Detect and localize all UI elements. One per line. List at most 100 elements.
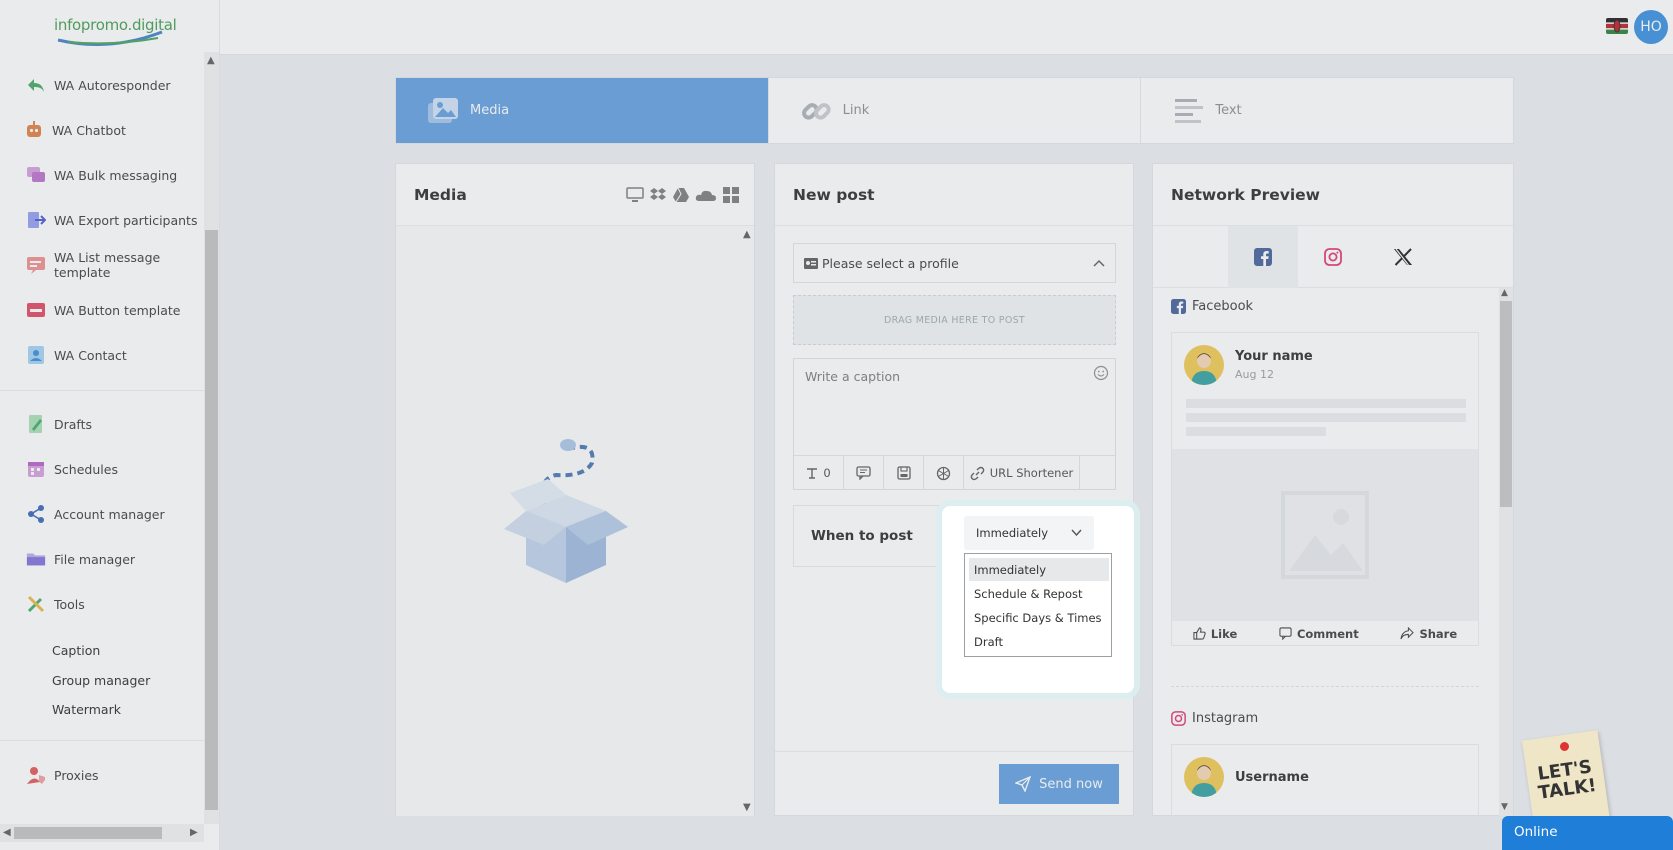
sidebar-item-proxies[interactable]: Proxies — [26, 763, 99, 787]
sidebar-item-wa-export-participants[interactable]: WA Export participants — [26, 208, 197, 232]
language-flag-icon[interactable] — [1606, 18, 1628, 34]
emoji-icon[interactable] — [1093, 365, 1109, 381]
post-type-tabs: Media Link Text — [395, 77, 1514, 144]
sidebar-item-wa-list-message-template[interactable]: WA List message template — [26, 250, 219, 280]
text-placeholder-line — [1186, 413, 1466, 422]
sidebar-divider — [0, 390, 204, 391]
sidebar-item-label: Proxies — [54, 767, 99, 783]
sidebar-item-label: WA Button template — [54, 302, 181, 318]
sidebar-item-wa-bulk-messaging[interactable]: WA Bulk messaging — [26, 163, 177, 187]
sidebar-subitem-watermark[interactable]: Watermark — [52, 702, 121, 717]
sidebar-item-wa-contact[interactable]: WA Contact — [26, 343, 127, 367]
save-caption-button[interactable] — [884, 456, 924, 490]
chevron-up-icon — [1093, 259, 1105, 267]
sidebar-item-wa-button-template[interactable]: WA Button template — [26, 298, 180, 322]
scrollbar-thumb[interactable] — [1500, 301, 1512, 507]
sidebar-vertical-scrollbar[interactable]: ▲ — [204, 52, 219, 824]
send-now-button[interactable]: Send now — [999, 764, 1119, 804]
tab-link[interactable]: Link — [769, 78, 1142, 143]
chat-online-widget[interactable]: Online — [1502, 816, 1673, 850]
scroll-right-arrow-icon[interactable]: ▶ — [190, 827, 198, 838]
sidebar-item-label: Drafts — [54, 416, 93, 432]
scrollbar-thumb[interactable] — [205, 230, 218, 810]
contact-icon — [28, 346, 44, 364]
grid-icon[interactable] — [722, 186, 740, 204]
like-label: Like — [1210, 626, 1238, 641]
sidebar-item-file-manager[interactable]: File manager — [26, 547, 135, 571]
option-schedule-repost[interactable]: Schedule & Repost — [969, 582, 1109, 605]
sidebar-item-account-manager[interactable]: Account manager — [26, 502, 165, 526]
chevron-down-icon — [1071, 529, 1082, 536]
scroll-up-arrow-icon[interactable]: ▲ — [207, 55, 215, 66]
tab-text[interactable]: Text — [1141, 78, 1513, 143]
profile-select[interactable]: Please select a profile — [793, 243, 1116, 283]
like-button[interactable]: Like — [1193, 627, 1237, 641]
google-drive-icon[interactable] — [672, 186, 690, 204]
option-specific-days-times[interactable]: Specific Days & Times — [969, 606, 1109, 629]
sidebar-item-schedules[interactable]: Schedules — [26, 457, 118, 481]
share-nodes-icon — [28, 505, 44, 523]
card-title: Network Preview — [1153, 164, 1513, 226]
sidebar-item-wa-chatbot[interactable]: WA Chatbot — [24, 118, 126, 142]
sidebar-item-label: WA Export participants — [54, 212, 198, 228]
caption-input[interactable] — [794, 359, 1115, 455]
tab-label: Link — [842, 103, 870, 118]
scroll-down-arrow-icon[interactable]: ▼ — [1501, 802, 1508, 812]
scroll-up-arrow-icon[interactable]: ▲ — [743, 229, 751, 240]
image-placeholder-icon — [1281, 491, 1369, 579]
comment-button[interactable]: Comment — [1279, 627, 1359, 641]
preview-scrollbar[interactable]: ▲ ▼ — [1499, 288, 1513, 816]
sidebar-divider — [0, 740, 204, 741]
onedrive-icon[interactable] — [695, 186, 717, 204]
tab-instagram-preview[interactable] — [1298, 226, 1368, 288]
facebook-label: Facebook — [1192, 299, 1254, 314]
dropbox-icon[interactable] — [649, 186, 667, 204]
when-to-post-select[interactable]: Immediately — [964, 516, 1094, 550]
sidebar-horizontal-scrollbar[interactable]: ◀ ▶ — [0, 824, 204, 842]
sidebar-item-tools[interactable]: Tools — [26, 592, 85, 616]
post-author-name: Username — [1235, 770, 1309, 785]
scroll-up-arrow-icon[interactable]: ▲ — [1501, 288, 1508, 298]
option-draft[interactable]: Draft — [969, 630, 1109, 653]
thumbs-up-icon — [1193, 627, 1206, 640]
scroll-left-arrow-icon[interactable]: ◀ — [3, 827, 11, 838]
caption-editor: 0 URL Shortener — [793, 358, 1116, 490]
caption-toolbar: 0 URL Shortener — [794, 455, 1115, 490]
empty-box-illustration-icon — [504, 439, 628, 583]
tab-x-preview[interactable] — [1368, 226, 1438, 288]
app-logo[interactable]: infopromo.digital — [54, 12, 177, 46]
sidebar-item-drafts[interactable]: Drafts — [26, 412, 92, 436]
sidebar-subitem-caption[interactable]: Caption — [52, 643, 100, 658]
url-shortener-button[interactable]: URL Shortener — [964, 456, 1080, 490]
option-immediately[interactable]: Immediately — [969, 558, 1109, 581]
tab-facebook-preview[interactable] — [1228, 226, 1298, 288]
scrollbar-thumb[interactable] — [14, 827, 162, 839]
facebook-icon — [1254, 248, 1272, 266]
ai-assistant-button[interactable] — [924, 456, 964, 490]
media-source-icons — [626, 186, 740, 204]
when-to-post-dropdown: Immediately Schedule & Repost Specific D… — [964, 553, 1112, 657]
image-icon — [428, 97, 458, 123]
sidebar-item-label: WA Bulk messaging — [54, 167, 178, 183]
x-icon — [1394, 248, 1412, 266]
share-button[interactable]: Share — [1400, 627, 1457, 641]
sidebar-subitem-group-manager[interactable]: Group manager — [52, 673, 150, 688]
user-shield-icon — [27, 767, 45, 784]
computer-icon[interactable] — [626, 186, 644, 204]
comment-button[interactable] — [844, 456, 884, 490]
media-library[interactable]: ▲ ▼ — [396, 226, 754, 816]
scroll-down-arrow-icon[interactable]: ▼ — [743, 802, 751, 813]
id-card-icon — [804, 257, 818, 269]
send-now-label: Send now — [1039, 776, 1103, 792]
character-count: 0 — [794, 456, 844, 490]
count-value: 0 — [823, 466, 831, 480]
sidebar-item-wa-autoresponder[interactable]: WA Autoresponder — [26, 73, 171, 97]
media-dropzone[interactable]: DRAG MEDIA HERE TO POST — [793, 295, 1116, 345]
comment-label: Comment — [1296, 626, 1359, 641]
when-selected-value: Immediately — [976, 526, 1048, 540]
user-avatar[interactable]: HO — [1634, 10, 1668, 44]
tab-media[interactable]: Media — [396, 78, 769, 143]
instagram-post-preview: Username — [1171, 744, 1479, 818]
pin-icon — [1560, 742, 1569, 751]
reply-icon — [28, 79, 44, 92]
